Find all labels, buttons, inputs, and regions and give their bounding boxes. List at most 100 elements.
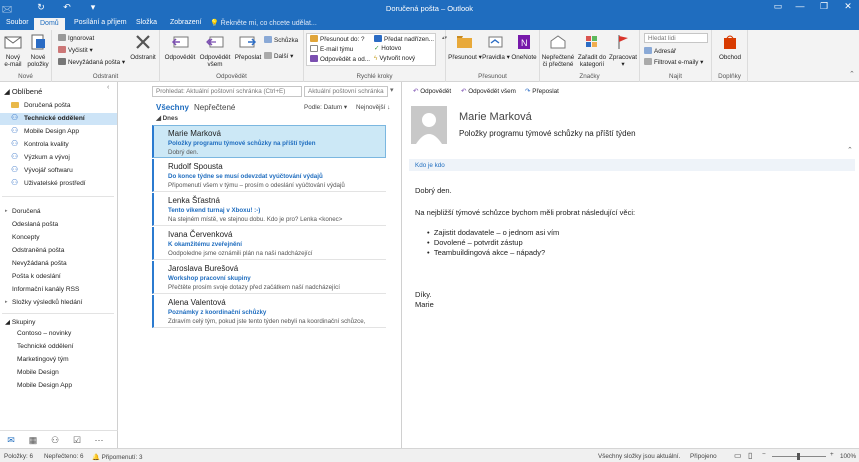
message-subject: Tento víkend turnaj v Xboxu! :-) <box>168 207 261 214</box>
forward-icon <box>374 35 382 42</box>
unread-read-button[interactable]: Nepřečtené či přečtené <box>540 34 576 68</box>
group-marketing[interactable]: Marketingový tým <box>0 354 117 366</box>
collapse-pane-icon[interactable]: ‹ <box>107 84 109 91</box>
folder-sent[interactable]: Odeslaná pošta <box>0 219 117 231</box>
sort-order-toggle[interactable]: Nejnovější ↓ <box>356 104 390 111</box>
folder-outbox[interactable]: Pošta k odeslání <box>0 271 117 283</box>
folder-group-quality[interactable]: ⚇ Kontrola kvality <box>0 139 117 151</box>
categorize-button[interactable]: Zařadit do kategorií <box>576 34 608 68</box>
collapse-ribbon-icon[interactable]: ⌃ <box>849 70 855 78</box>
tab-send-receive[interactable]: Posílání a příjem <box>74 19 127 26</box>
search-scope-dropdown[interactable]: Aktuální poštovní schránka <box>304 86 388 97</box>
restore-button[interactable]: ❐ <box>814 1 834 12</box>
tab-view[interactable]: Zobrazení <box>170 19 202 26</box>
who-is-who-link[interactable]: Kdo je kdo <box>415 162 445 169</box>
folder-group-rnd[interactable]: ⚇ Výzkum a vývoj <box>0 152 117 164</box>
group-mobile-design[interactable]: Mobile Design <box>0 367 117 379</box>
onenote-button[interactable]: N OneNote <box>510 34 538 61</box>
mail-icon[interactable]: ✉ <box>4 435 18 446</box>
folder-inbox[interactable]: ▸ Doručená <box>0 206 117 218</box>
filter-email-button[interactable]: Filtrovat e-maily ▾ <box>644 58 703 66</box>
new-email-button[interactable]: Nový e-mail <box>2 34 24 68</box>
reply-all-button[interactable]: Odpovědět všem <box>198 34 232 68</box>
calendar-icon[interactable]: ▦ <box>26 435 40 446</box>
view-normal-icon[interactable]: ▭ <box>734 451 742 460</box>
search-people-input[interactable]: Hledat lidi <box>644 33 708 43</box>
reply-button[interactable]: Odpovědět <box>164 34 196 61</box>
message-item[interactable]: Rudolf Spousta Do konce týdne se musí od… <box>152 159 386 192</box>
reply-all-link[interactable]: ↶ Odpovědět všem <box>461 88 516 95</box>
ribbon-display-icon[interactable]: ▭ <box>768 1 788 12</box>
groups-header[interactable]: ◢ Skupiny <box>0 316 117 328</box>
rules-button[interactable]: Pravidla ▾ <box>482 34 510 61</box>
forward-link[interactable]: ↷ Přeposlat <box>525 88 559 95</box>
forward-button[interactable]: Přeposlat <box>234 34 262 61</box>
group-tech-dept[interactable]: Technické oddělení <box>0 341 117 353</box>
group-mobile-design-app[interactable]: Mobile Design App <box>0 380 117 392</box>
folder-junk[interactable]: Nevyžádaná pošta <box>0 258 117 270</box>
folder-inbox-favorite[interactable]: Doručená pošta <box>0 100 117 112</box>
delete-button[interactable]: Odstranit <box>128 34 158 61</box>
tell-me-search[interactable]: 💡 Řekněte mi, co chcete udělat... <box>210 19 317 27</box>
folder-drafts[interactable]: Koncepty <box>0 232 117 244</box>
move-button[interactable]: Přesunout ▾ <box>448 34 482 61</box>
quick-step-create-new[interactable]: ϟ Vytvořit nový <box>374 55 415 62</box>
zoom-level[interactable]: 100% <box>840 453 856 460</box>
folder-group-ux[interactable]: ⚇ Uživatelské prostředí <box>0 178 117 190</box>
zoom-in-button[interactable]: + <box>830 451 834 458</box>
folder-group-tech[interactable]: ⚇ Technické oddělení <box>0 113 117 125</box>
new-items-button[interactable]: Nové položky <box>26 34 50 68</box>
tab-home[interactable]: Domů <box>34 18 65 30</box>
tab-all[interactable]: Všechny <box>156 103 189 112</box>
more-modules-icon[interactable]: ⋯ <box>92 435 106 446</box>
quick-step-move[interactable]: Přesunout do: ? <box>310 35 364 43</box>
reply-icon <box>171 36 189 48</box>
meeting-button[interactable]: Schůzka <box>264 36 298 44</box>
favorites-header[interactable]: ◢ Oblíbené <box>4 87 42 96</box>
close-button[interactable]: ✕ <box>838 1 858 12</box>
zoom-slider-thumb[interactable] <box>797 453 800 460</box>
folder-rss[interactable]: Informační kanály RSS <box>0 284 117 296</box>
quick-step-team-email[interactable]: E-mail týmu <box>310 45 353 53</box>
message-item[interactable]: Jaroslava Burešová Workshop pracovní sku… <box>152 261 386 294</box>
more-respond-button[interactable]: Další ▾ <box>264 52 293 60</box>
navigation-bar: ✉ ▦ ⚇ ☑ ⋯ <box>0 430 118 448</box>
group-header-today[interactable]: ◢ Dnes <box>156 115 178 122</box>
ribbon: Nový e-mail Nové položky Nové Ignorovat … <box>0 30 859 82</box>
address-book-icon <box>644 47 652 54</box>
tab-folder[interactable]: Složka <box>136 19 157 26</box>
store-button[interactable]: Obchod <box>714 34 746 61</box>
view-reading-icon[interactable]: ▯ <box>748 451 752 460</box>
folder-search-results[interactable]: ▸ Složky výsledků hledání <box>0 297 117 309</box>
message-item[interactable]: Alena Valentová Poznámky z koordinační s… <box>152 295 386 328</box>
message-item[interactable]: Ivana Červenková K okamžitému zveřejnění… <box>152 227 386 260</box>
sender-name[interactable]: Marie Marková <box>459 111 532 123</box>
tab-unread[interactable]: Nepřečtené <box>194 103 235 112</box>
tasks-icon[interactable]: ☑ <box>70 435 84 446</box>
sort-by-dropdown[interactable]: Podle: Datum ▾ <box>304 104 347 111</box>
minimize-button[interactable]: — <box>790 1 810 11</box>
quick-step-reply-delete[interactable]: Odpovědět a od... <box>310 55 370 63</box>
clean-button[interactable]: Vyčistit ▾ <box>58 46 93 54</box>
address-book-button[interactable]: Adresář <box>644 47 676 55</box>
message-item[interactable]: Marie Marková Položky programu týmové sc… <box>152 125 386 158</box>
quick-step-done[interactable]: ✓ Hotovo <box>374 45 401 52</box>
reply-link[interactable]: ↶ Odpovědět <box>413 88 451 95</box>
zoom-out-button[interactable]: − <box>762 451 766 458</box>
reply-all-icon: ↶ <box>461 88 467 95</box>
folder-group-mobile-app[interactable]: ⚇ Mobile Design App <box>0 126 117 138</box>
junk-button[interactable]: Nevyžádaná pošta ▾ <box>58 58 125 66</box>
collapse-header-icon[interactable]: ⌃ <box>847 146 853 154</box>
followup-button[interactable]: Zpracovat ▾ <box>608 34 638 68</box>
search-scope-chevron-icon[interactable]: ▾ <box>390 86 394 94</box>
ignore-button[interactable]: Ignorovat <box>58 34 94 42</box>
message-item[interactable]: Lenka Šťastná Tento víkend turnaj v Xbox… <box>152 193 386 226</box>
search-input[interactable]: Prohledat: Aktuální poštovní schránka (C… <box>152 86 302 97</box>
folder-deleted[interactable]: Odstraněná pošta <box>0 245 117 257</box>
people-icon[interactable]: ⚇ <box>48 435 62 446</box>
group-contoso-news[interactable]: Contoso – novinky <box>0 328 117 340</box>
tab-file[interactable]: Soubor <box>6 19 29 26</box>
status-reminders[interactable]: 🔔 Připomenutí: 3 <box>92 453 143 461</box>
quick-step-to-manager[interactable]: Předat nadřízen... <box>374 35 434 43</box>
folder-group-dev[interactable]: ⚇ Vývojář softwaru <box>0 165 117 177</box>
